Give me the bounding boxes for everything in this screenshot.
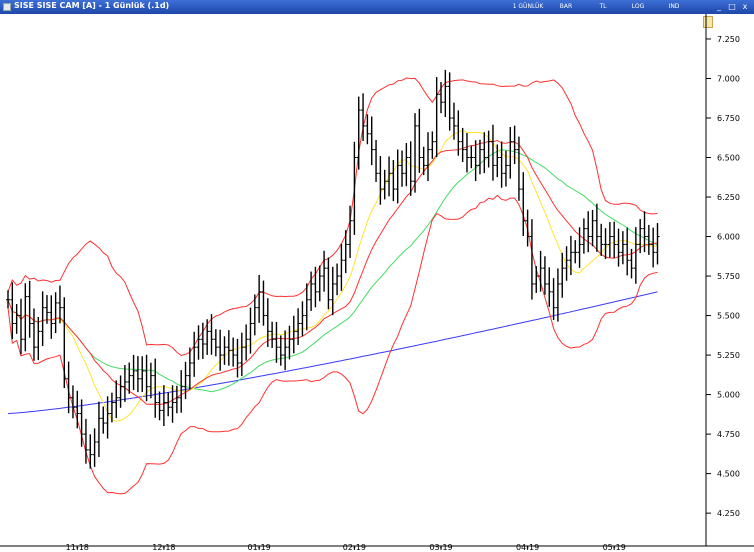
bollinger-lower-line [7,194,658,495]
y-tick-label: 6.500 [717,154,740,163]
close-button[interactable]: x [740,2,750,12]
period-button[interactable]: 1 GÜNLÜK [508,2,548,12]
x-tick-label: 12-18 [152,543,175,552]
price-bars [6,69,660,469]
y-tick-label: 4.500 [717,470,740,479]
y-tick-label: 5.750 [717,272,740,281]
chart-toolbar: 1 GÜNLÜK BAR TL LOG IND [430,2,700,12]
log-scale-button[interactable]: LOG [628,2,648,12]
window-title: SISE SISE CAM [A] - 1 Günlük (.1d) [14,1,170,10]
y-tick-label: 5.500 [717,312,740,321]
x-tick-label: 01-19 [248,543,271,552]
x-axis-ticks: 11-18 12-18 01-19 02-19 03-19 04-19 05-19 [66,543,626,552]
minimize-button[interactable]: _ [714,2,724,12]
y-tick-label: 5.250 [717,351,740,360]
y-tick-label: 4.250 [717,509,740,518]
window-menu-icon[interactable] [3,3,11,11]
y-tick-label: 7.250 [717,35,740,44]
x-tick-label: 03-19 [429,543,452,552]
currency-button[interactable]: TL [596,2,610,12]
chart-type-button[interactable]: BAR [554,2,578,12]
y-tick-label: 5.000 [717,391,740,400]
y-tick-label: 6.250 [717,193,740,202]
indicator-button[interactable]: IND [666,2,682,12]
x-tick-label: 02-19 [343,543,366,552]
y-tick-label: 6.000 [717,233,740,242]
y-axis-ticks: 4.250 4.500 4.750 5.000 5.250 5.500 5.750 6.000… [706,35,740,518]
maximize-button[interactable]: □ [727,2,737,12]
x-tick-label: 11-18 [66,543,89,552]
x-tick-label: 05-19 [603,543,626,552]
y-tick-label: 4.750 [717,430,740,439]
x-tick-label: 04-19 [516,543,539,552]
y-tick-label: 6.750 [717,114,740,123]
y-tick-label: 7.000 [717,74,740,83]
title-bar: SISE SISE CAM [A] - 1 Günlük (.1d) 1 GÜN… [0,0,754,14]
price-chart[interactable]: 4.250 4.500 4.750 5.000 5.250 5.500 5.750 6.000… [0,14,754,552]
